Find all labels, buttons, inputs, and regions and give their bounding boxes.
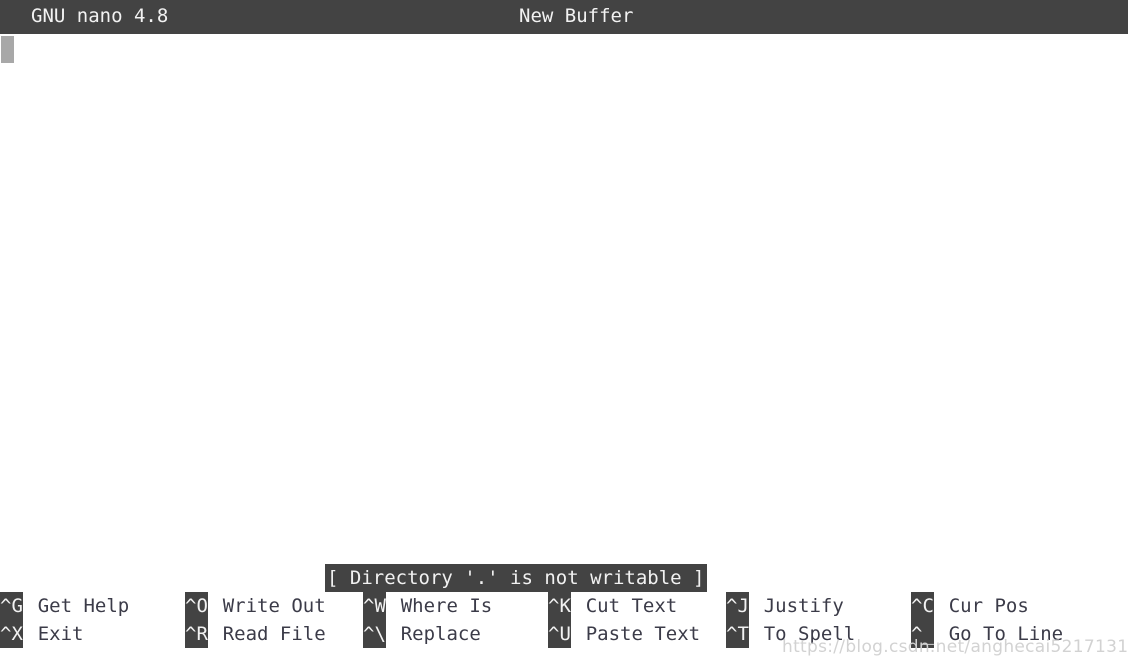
shortcut-key-ctrl-g: ^G [0,592,23,620]
shortcut-exit[interactable]: ^X Exit [0,620,84,648]
shortcut-key-ctrl-w: ^W [363,592,386,620]
shortcut-get-help[interactable]: ^G Get Help [0,592,129,620]
shortcut-key-ctrl-x: ^X [0,620,23,648]
shortcut-read-file[interactable]: ^R Read File [185,620,326,648]
shortcut-row-2: ^X Exit ^R Read File ^\ Replace ^U Paste… [0,620,1128,648]
shortcut-key-ctrl-t: ^T [726,620,749,648]
shortcut-label-paste-text: Paste Text [585,623,701,645]
shortcut-replace[interactable]: ^\ Replace [363,620,481,648]
shortcut-cut-text[interactable]: ^K Cut Text [548,592,677,620]
shortcut-label-exit: Exit [37,623,84,645]
editor-text-area[interactable] [0,34,1128,558]
status-message-text: [ Directory '.' is not writable ] [327,567,705,589]
shortcut-label-go-to-line: Go To Line [948,623,1064,645]
shortcut-help-bar: ^G Get Help ^O Write Out ^W Where Is ^K … [0,592,1128,660]
shortcut-label-cut-text: Cut Text [585,595,678,617]
shortcut-key-ctrl-backslash: ^\ [363,620,386,648]
shortcut-cur-pos[interactable]: ^C Cur Pos [911,592,1029,620]
shortcut-key-ctrl-k: ^K [548,592,571,620]
shortcut-label-where-is: Where Is [400,595,493,617]
nano-title-bar: GNU nano 4.8 New Buffer [0,0,1128,34]
shortcut-justify[interactable]: ^J Justify [726,592,844,620]
shortcut-label-cur-pos: Cur Pos [948,595,1029,617]
shortcut-where-is[interactable]: ^W Where Is [363,592,492,620]
shortcut-label-replace: Replace [400,623,481,645]
shortcut-label-get-help: Get Help [37,595,130,617]
shortcut-label-justify: Justify [763,595,844,617]
shortcut-paste-text[interactable]: ^U Paste Text [548,620,700,648]
shortcut-label-read-file: Read File [222,623,326,645]
buffer-name-label: New Buffer [519,5,634,27]
status-message-bar: [ Directory '.' is not writable ] [325,564,707,592]
shortcut-key-ctrl-o: ^O [185,592,208,620]
shortcut-label-write-out: Write Out [222,595,326,617]
shortcut-go-to-line[interactable]: ^_ Go To Line [911,620,1063,648]
shortcut-key-ctrl-u: ^U [548,620,571,648]
shortcut-to-spell[interactable]: ^T To Spell [726,620,855,648]
shortcut-label-to-spell: To Spell [763,623,856,645]
shortcut-key-ctrl-c: ^C [911,592,934,620]
nano-version-label: GNU nano 4.8 [31,5,169,27]
shortcut-write-out[interactable]: ^O Write Out [185,592,326,620]
shortcut-row-1: ^G Get Help ^O Write Out ^W Where Is ^K … [0,592,1128,620]
shortcut-key-ctrl-j: ^J [726,592,749,620]
shortcut-key-ctrl-underscore: ^_ [911,620,934,648]
text-cursor [1,36,14,63]
shortcut-key-ctrl-r: ^R [185,620,208,648]
